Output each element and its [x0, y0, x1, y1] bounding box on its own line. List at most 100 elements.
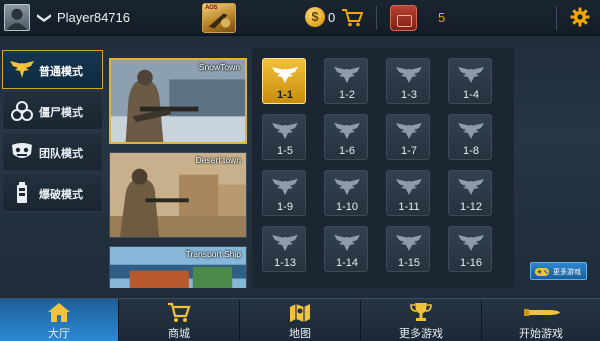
eagle-icon — [272, 179, 298, 195]
gear-icon[interactable] — [570, 7, 590, 27]
mode-demolition[interactable]: 爆破模式 — [2, 173, 103, 212]
level-button-1-5[interactable]: 1-5 — [262, 114, 306, 160]
map-title: Desert town — [195, 155, 241, 165]
map-icon — [290, 304, 310, 322]
mode-team[interactable]: 团队模式 — [2, 132, 103, 171]
rank-chevron-icon — [37, 14, 51, 22]
game-logo[interactable]: AOS — [202, 3, 236, 33]
team-icon — [12, 143, 32, 158]
level-button-1-8[interactable]: 1-8 — [448, 114, 492, 160]
nav-separator — [239, 300, 240, 340]
backpack-count: 5 — [438, 10, 446, 25]
bomb-icon — [17, 182, 27, 203]
biohazard-icon — [11, 101, 33, 121]
level-button-1-11[interactable]: 1-11 — [386, 170, 430, 216]
eagle-icon — [396, 235, 422, 251]
eagle-icon — [458, 235, 484, 251]
coin-icon: $ — [305, 7, 325, 27]
mode-label: 爆破模式 — [39, 189, 83, 201]
map-card-snowtown[interactable]: SnowTown — [109, 58, 247, 144]
mode-label: 僵尸模式 — [39, 107, 83, 119]
mode-label: 普通模式 — [39, 66, 83, 78]
home-icon — [48, 303, 70, 322]
nav-map[interactable]: 地图 — [240, 299, 360, 341]
level-button-1-1[interactable]: 1-1 — [262, 58, 306, 104]
map-title: Transport Ship — [185, 249, 241, 259]
eagle-icon — [396, 123, 422, 139]
nav-label: 大厅 — [48, 328, 70, 340]
eagle-icon — [458, 67, 484, 83]
cart-icon[interactable] — [341, 8, 363, 27]
topbar-divider — [376, 6, 377, 30]
level-number: 1-16 — [459, 257, 483, 269]
nav-label: 开始游戏 — [519, 328, 563, 340]
map-title: SnowTown — [198, 62, 240, 72]
level-button-1-3[interactable]: 1-3 — [386, 58, 430, 104]
gamepad-icon — [535, 268, 549, 276]
map-list[interactable]: SnowTown Desert town Transport Ship — [106, 50, 252, 288]
topbar-divider — [556, 6, 557, 30]
coin-count: 0 — [328, 10, 336, 25]
player-name: Player84716 — [57, 10, 130, 25]
eagle-icon — [396, 179, 422, 195]
eagle-icon — [334, 67, 360, 83]
eagle-icon — [272, 123, 298, 139]
more-games-side-button[interactable]: 更多游戏 — [530, 262, 587, 280]
bottom-nav: 大厅 商城 地图 更多游戏 开始游戏 — [0, 298, 600, 341]
bullet-icon — [524, 309, 560, 316]
backpack-icon[interactable] — [390, 5, 417, 31]
level-number: 1-9 — [277, 201, 293, 213]
level-number: 1-10 — [335, 201, 359, 213]
level-button-1-4[interactable]: 1-4 — [448, 58, 492, 104]
nav-shop[interactable]: 商城 — [119, 299, 239, 341]
eagle-icon — [272, 235, 298, 251]
level-number: 1-5 — [277, 145, 293, 157]
level-number: 1-3 — [401, 89, 417, 101]
map-thumbnail — [110, 153, 246, 237]
map-card-desert-town[interactable]: Desert town — [109, 152, 247, 238]
nav-separator — [481, 300, 482, 340]
nav-lobby[interactable]: 大厅 — [0, 299, 118, 341]
mode-zombie[interactable]: 僵尸模式 — [2, 91, 103, 130]
level-button-1-9[interactable]: 1-9 — [262, 170, 306, 216]
level-number: 1-13 — [273, 257, 297, 269]
eagle-icon — [334, 179, 360, 195]
level-number: 1-7 — [401, 145, 417, 157]
cart-icon — [168, 302, 191, 322]
nav-label: 更多游戏 — [399, 328, 443, 340]
level-button-1-15[interactable]: 1-15 — [386, 226, 430, 272]
map-card-transport-ship[interactable]: Transport Ship — [109, 246, 247, 288]
nav-separator — [360, 300, 361, 340]
level-button-1-14[interactable]: 1-14 — [324, 226, 368, 272]
level-number: 1-2 — [339, 89, 355, 101]
eagle-icon — [458, 123, 484, 139]
level-number: 1-12 — [459, 201, 483, 213]
mode-normal[interactable]: 普通模式 — [2, 50, 103, 89]
level-number: 1-15 — [397, 257, 421, 269]
avatar[interactable] — [4, 4, 30, 31]
level-button-1-13[interactable]: 1-13 — [262, 226, 306, 272]
level-button-1-7[interactable]: 1-7 — [386, 114, 430, 160]
map-thumbnail — [111, 60, 245, 142]
level-button-1-12[interactable]: 1-12 — [448, 170, 492, 216]
mode-label: 团队模式 — [39, 148, 83, 160]
eagle-icon — [272, 67, 298, 83]
nav-start-game[interactable]: 开始游戏 — [482, 299, 600, 341]
eagle-icon — [334, 235, 360, 251]
nav-separator — [118, 300, 119, 340]
level-button-1-2[interactable]: 1-2 — [324, 58, 368, 104]
level-number: 1-1 — [277, 89, 293, 101]
eagle-icon — [458, 179, 484, 195]
level-button-1-16[interactable]: 1-16 — [448, 226, 492, 272]
eagle-icon — [396, 67, 422, 83]
level-number: 1-4 — [463, 89, 479, 101]
nav-more-games[interactable]: 更多游戏 — [361, 299, 481, 341]
top-bar: Player84716 AOS $ 0 5 — [0, 0, 600, 36]
level-number: 1-8 — [463, 145, 479, 157]
level-button-1-10[interactable]: 1-10 — [324, 170, 368, 216]
level-number: 1-11 — [398, 201, 420, 213]
level-number: 1-6 — [339, 145, 355, 157]
nav-label: 商城 — [168, 328, 190, 340]
eagle-icon — [10, 61, 34, 78]
level-button-1-6[interactable]: 1-6 — [324, 114, 368, 160]
